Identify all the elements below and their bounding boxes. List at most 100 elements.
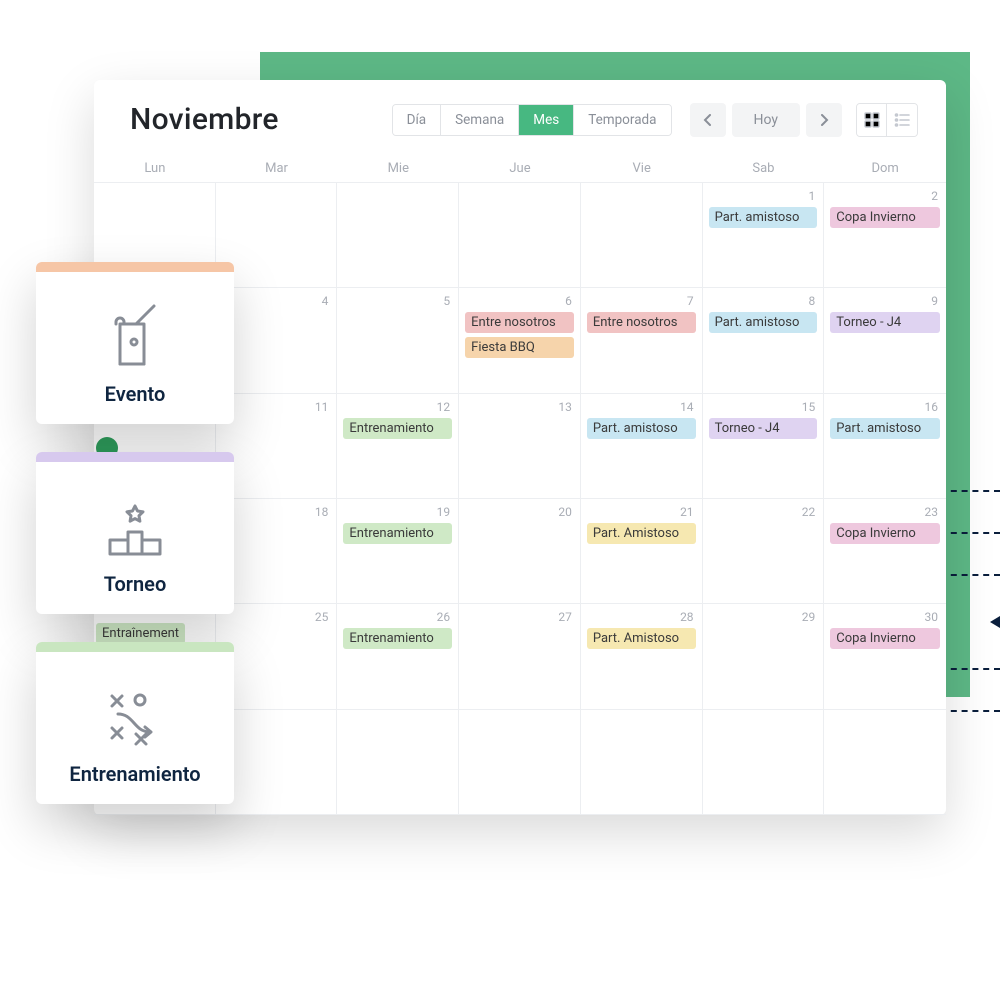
calendar-title: Noviembre <box>130 102 392 137</box>
weekday-label: Jue <box>459 161 581 176</box>
event-pill[interactable]: Part. Amistoso <box>587 523 696 544</box>
peek-training-2: Entraînement <box>96 623 185 644</box>
day-cell[interactable]: 12 Entrenamiento <box>337 394 459 499</box>
day-number: 16 <box>830 400 940 414</box>
view-week[interactable]: Semana <box>441 105 519 135</box>
day-cell[interactable] <box>337 710 459 815</box>
event-pill[interactable]: Torneo - J4 <box>709 418 818 439</box>
view-switch: Día Semana Mes Temporada <box>392 104 672 136</box>
day-number: 22 <box>709 505 818 519</box>
day-cell[interactable]: 30 Copa Invierno <box>824 604 946 709</box>
event-pill[interactable]: Entre nosotros <box>587 312 696 333</box>
card-label: Entrenamiento <box>69 762 200 786</box>
event-pill[interactable]: Part. amistoso <box>709 207 818 228</box>
weekday-label: Vie <box>581 161 703 176</box>
day-number: 14 <box>587 400 696 414</box>
day-number: 27 <box>465 610 574 624</box>
list-mode[interactable] <box>887 104 917 136</box>
weekday-label: Lun <box>94 161 216 176</box>
event-pill[interactable]: Part. amistoso <box>709 312 818 333</box>
type-card-training[interactable]: Entrenamiento <box>36 642 234 804</box>
day-number: 5 <box>343 294 452 308</box>
grid-mode[interactable] <box>857 104 887 136</box>
chevron-right-icon <box>818 114 830 126</box>
weekday-label: Dom <box>824 161 946 176</box>
day-cell[interactable] <box>581 710 703 815</box>
event-pill[interactable]: Fiesta BBQ <box>465 337 574 358</box>
event-pill[interactable]: Copa Invierno <box>830 523 940 544</box>
view-season[interactable]: Temporada <box>574 105 670 135</box>
day-cell[interactable]: 5 <box>337 288 459 393</box>
type-card-event[interactable]: Evento <box>36 262 234 424</box>
day-cell[interactable]: 15 Torneo - J4 <box>703 394 825 499</box>
day-number: 13 <box>465 400 574 414</box>
event-pill[interactable]: Entrenamiento <box>343 628 452 649</box>
event-pill[interactable]: Part. amistoso <box>587 418 696 439</box>
view-month[interactable]: Mes <box>519 105 574 135</box>
day-number: 20 <box>465 505 574 519</box>
day-cell[interactable]: 19Entrenamiento <box>337 499 459 604</box>
day-number: 29 <box>709 610 818 624</box>
event-pill[interactable]: Part. amistoso <box>830 418 940 439</box>
event-pill[interactable]: Entrenamiento <box>343 418 452 439</box>
day-cell[interactable]: 23Copa Invierno <box>824 499 946 604</box>
day-cell[interactable] <box>581 183 703 288</box>
day-cell[interactable]: 20 <box>459 499 581 604</box>
day-cell[interactable]: 13 <box>459 394 581 499</box>
card-label: Torneo <box>104 572 167 596</box>
event-pill[interactable]: Copa Invierno <box>830 628 940 649</box>
day-cell[interactable]: 2 Copa Invierno <box>824 183 946 288</box>
day-number: 12 <box>343 400 452 414</box>
day-cell[interactable] <box>703 710 825 815</box>
weekday-label: Mar <box>216 161 338 176</box>
event-pill[interactable]: Entraînement <box>96 623 185 644</box>
day-cell[interactable]: 7Entre nosotros <box>581 288 703 393</box>
day-number: 30 <box>830 610 940 624</box>
day-number: 11 <box>222 400 331 414</box>
weekday-label: Mie <box>337 161 459 176</box>
day-number: 8 <box>709 294 818 308</box>
day-cell[interactable] <box>337 183 459 288</box>
event-pill[interactable]: Torneo - J4 <box>830 312 940 333</box>
list-icon <box>894 112 910 128</box>
day-cell[interactable]: 9Torneo - J4 <box>824 288 946 393</box>
grid-icon <box>864 112 880 128</box>
day-cell[interactable]: 22 <box>703 499 825 604</box>
event-pill[interactable]: Copa Invierno <box>830 207 940 228</box>
day-number: 28 <box>587 610 696 624</box>
card-accent <box>36 452 234 462</box>
decorative-dash-lines <box>940 490 1000 712</box>
day-number: 1 <box>709 189 818 203</box>
day-cell[interactable]: 29 <box>703 604 825 709</box>
chevron-left-icon <box>702 114 714 126</box>
next-button[interactable] <box>806 103 842 137</box>
day-cell[interactable]: 27 <box>459 604 581 709</box>
day-cell[interactable]: 1 Part. amistoso <box>703 183 825 288</box>
tactics-icon <box>100 684 170 754</box>
drink-icon <box>100 304 170 374</box>
type-card-tournament[interactable]: Torneo <box>36 452 234 614</box>
day-number: 6 <box>465 294 574 308</box>
day-cell[interactable]: 26Entrenamiento <box>337 604 459 709</box>
day-cell[interactable] <box>459 710 581 815</box>
weekday-row: Lun Mar Mie Jue Vie Sab Dom <box>94 151 946 182</box>
podium-icon <box>100 494 170 564</box>
day-cell[interactable]: 8 Part. amistoso <box>703 288 825 393</box>
day-number: 21 <box>587 505 696 519</box>
event-pill[interactable]: Part. Amistoso <box>587 628 696 649</box>
day-cell[interactable] <box>824 710 946 815</box>
day-cell[interactable]: 16 Part. amistoso <box>824 394 946 499</box>
day-cell[interactable]: 28 Part. Amistoso <box>581 604 703 709</box>
event-pill[interactable]: Entre nosotros <box>465 312 574 333</box>
day-cell[interactable]: 6 Entre nosotros Fiesta BBQ <box>459 288 581 393</box>
day-cell[interactable] <box>459 183 581 288</box>
today-button[interactable]: Hoy <box>732 103 801 137</box>
event-pill[interactable]: Entrenamiento <box>343 523 452 544</box>
prev-button[interactable] <box>690 103 726 137</box>
day-cell[interactable]: 21 Part. Amistoso <box>581 499 703 604</box>
day-number: 15 <box>709 400 818 414</box>
view-day[interactable]: Día <box>393 105 442 135</box>
day-cell[interactable]: 14 Part. amistoso <box>581 394 703 499</box>
card-accent <box>36 262 234 272</box>
day-number: 2 <box>830 189 940 203</box>
